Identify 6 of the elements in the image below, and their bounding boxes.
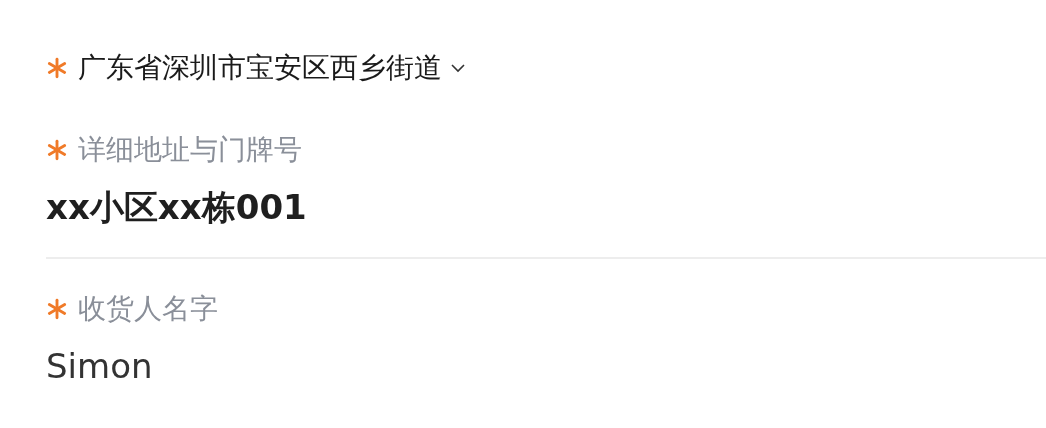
field-label: 详细地址与门牌号 (78, 132, 302, 168)
name-field[interactable]: Simon (46, 341, 153, 391)
chevron-down-icon (450, 63, 466, 73)
field-label: 收货人名字 (78, 291, 218, 327)
address-field[interactable]: xx小区xx栋001 (46, 182, 307, 232)
region-dropdown[interactable]: 广东省深圳市宝安区西乡街道 (78, 48, 466, 88)
